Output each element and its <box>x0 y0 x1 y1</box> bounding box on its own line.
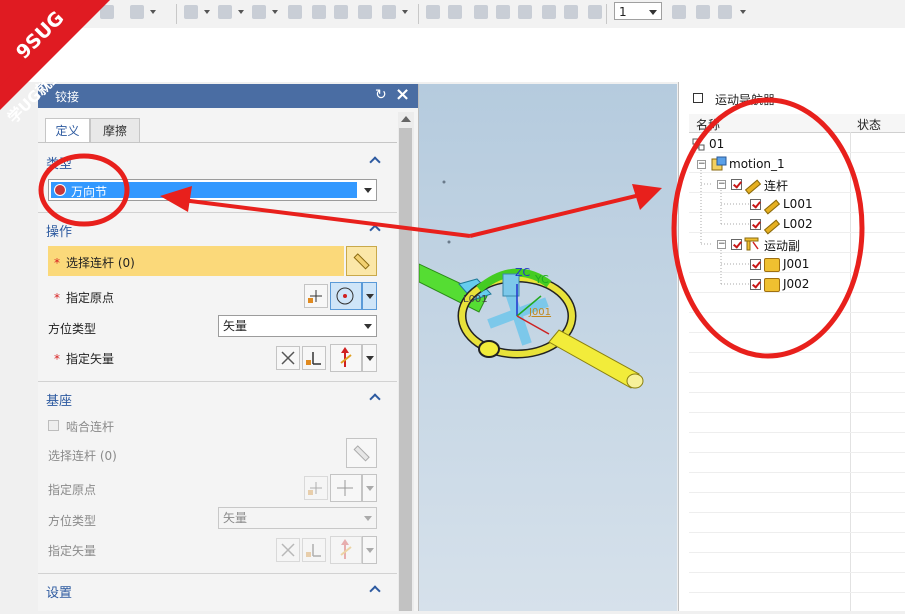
annotation-arrow-icon <box>160 184 662 238</box>
annotation-circle-type <box>38 153 130 227</box>
watermark-banner: 9SUG 学UG就上UG网 <box>0 0 110 127</box>
annotation-circle-navigator <box>671 97 865 359</box>
